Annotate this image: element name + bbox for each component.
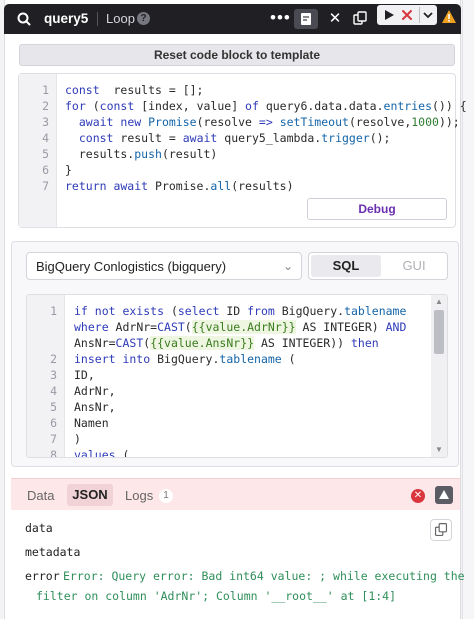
- line-number: 2: [42, 99, 49, 113]
- canvas-right-edge: [462, 0, 474, 619]
- run-divider: [419, 7, 420, 23]
- play-icon[interactable]: [382, 8, 396, 22]
- line-number: 1: [42, 83, 49, 97]
- line-number: 3: [42, 115, 49, 129]
- code-text: if not exists (select ID from BigQuery.t…: [74, 304, 407, 318]
- scrollbar[interactable]: ▲ ▼: [431, 295, 447, 457]
- line-number: 4: [42, 131, 49, 145]
- line-number: 5: [42, 147, 49, 161]
- error-icon: ✕: [411, 489, 425, 503]
- mode-sql-tab[interactable]: SQL: [311, 255, 381, 277]
- output-metadata-key[interactable]: metadata: [25, 545, 80, 559]
- code-text: AnsNr,: [74, 400, 116, 414]
- line-number: 4: [50, 384, 57, 398]
- line-number: 7: [42, 179, 49, 193]
- debugger-icon[interactable]: [435, 486, 453, 504]
- query-icon: [17, 12, 31, 26]
- output-error-key[interactable]: error: [25, 569, 60, 583]
- copy-icon: [353, 11, 367, 25]
- note-button[interactable]: [294, 9, 318, 29]
- mode-gui-tab[interactable]: GUI: [381, 255, 447, 277]
- line-number: 5: [50, 400, 57, 414]
- code-text: AnsNr=CAST({{value.AnsNr}} AS INTEGER)) …: [74, 336, 379, 350]
- copy-output-button[interactable]: [430, 519, 452, 541]
- debug-button[interactable]: Debug: [307, 198, 447, 220]
- run-controls: [377, 5, 437, 25]
- copy-button[interactable]: [352, 9, 368, 29]
- code-text: results.push(result): [65, 147, 218, 161]
- warning-triangle: [442, 10, 456, 23]
- code-text: const result = await query5_lambda.trigg…: [78, 131, 391, 145]
- more-options-icon[interactable]: •••: [270, 8, 291, 28]
- error-message-line-1: Error: Query error: Bad int64 value: ; w…: [63, 569, 465, 583]
- scroll-up-icon[interactable]: ▲: [431, 297, 447, 307]
- line-number: 6: [50, 416, 57, 430]
- result-tabs-bar: Data JSON Logs 1 ✕: [11, 478, 460, 510]
- datasource-selected-value: BigQuery Conlogistics (bigquery): [36, 259, 227, 274]
- line-number: 6: [42, 163, 49, 177]
- code-text: ID,: [74, 368, 95, 382]
- tab-logs[interactable]: Logs: [125, 488, 153, 503]
- line-number: 1: [50, 304, 57, 318]
- error-message-line-2: filter on column 'AdrNr'; Column '__root…: [36, 589, 397, 603]
- line-number: 7: [50, 432, 57, 446]
- code-text: return await Promise.all(results): [65, 179, 294, 193]
- logs-count-badge: 1: [159, 489, 173, 503]
- output-data-key[interactable]: data: [25, 521, 53, 535]
- scroll-down-icon[interactable]: ▼: [431, 445, 447, 455]
- stop-icon[interactable]: [401, 9, 413, 21]
- code-text: AdrNr,: [74, 384, 116, 398]
- code-text: where AdrNr=CAST({{value.AdrNr}} AS INTE…: [74, 320, 407, 334]
- help-icon[interactable]: ?: [137, 12, 150, 25]
- code-text: for (const [index, value] of query6.data…: [65, 99, 467, 113]
- scrollbar-thumb[interactable]: [434, 310, 444, 354]
- code-text: values (: [74, 448, 130, 458]
- datasource-select[interactable]: BigQuery Conlogistics (bigquery) ⌄: [26, 252, 302, 280]
- header-divider: [97, 12, 98, 26]
- bug-glyph: [439, 490, 449, 499]
- sql-editor[interactable]: 1 if not exists (select ID from BigQuery.…: [26, 294, 448, 458]
- code-text: Namen: [74, 416, 109, 430]
- loop-label: Loop: [106, 11, 135, 26]
- chevron-down-icon[interactable]: [422, 10, 434, 20]
- code-text: }: [65, 163, 72, 177]
- code-text: ): [74, 432, 81, 446]
- close-icon[interactable]: ✕: [327, 9, 343, 29]
- query-name[interactable]: query5: [44, 11, 88, 26]
- code-text: await new Promise(resolve => setTimeout(…: [78, 115, 460, 129]
- line-number: 2: [50, 352, 57, 366]
- tab-json[interactable]: JSON: [67, 484, 113, 506]
- chevron-down-icon: ⌄: [282, 259, 293, 273]
- query-mode-toggle: SQL GUI: [308, 252, 448, 280]
- code-text: const results = [];: [65, 83, 204, 97]
- line-number: 3: [50, 368, 57, 382]
- reset-code-block-button[interactable]: Reset code block to template: [19, 44, 455, 66]
- code-text: insert into BigQuery.tablename (: [74, 352, 296, 366]
- tab-data[interactable]: Data: [27, 488, 54, 503]
- warning-icon[interactable]: [441, 9, 457, 29]
- copy-icon: [434, 523, 448, 537]
- line-number: 8: [50, 448, 57, 458]
- note-icon: [301, 13, 311, 25]
